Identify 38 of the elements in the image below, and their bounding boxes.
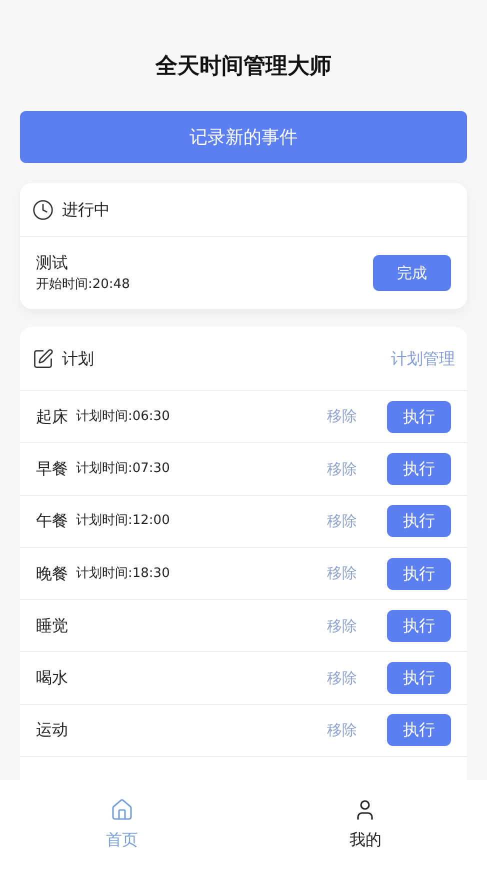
event-name: 测试 [36, 252, 69, 274]
tab-item[interactable]: 我的 [244, 780, 487, 873]
section-heading: 进行中 [62, 198, 110, 220]
execute-button[interactable]: 执行 [387, 662, 451, 694]
plan-name: 睡觉 [36, 614, 68, 637]
plan-time: 计划时间:12:00 [76, 512, 170, 530]
plan-name: 午餐 [36, 510, 68, 532]
remove-button[interactable]: 移除 [327, 666, 357, 690]
tab-item[interactable]: 首页 [0, 780, 244, 873]
done-button[interactable]: 完成 [373, 255, 451, 291]
remove-button[interactable]: 移除 [327, 719, 357, 742]
plan-name: 喝水 [36, 667, 68, 690]
execute-button[interactable]: 执行 [387, 452, 451, 485]
clock-icon [32, 198, 54, 220]
remove-button[interactable]: 移除 [327, 458, 357, 480]
execute-button[interactable]: 执行 [387, 505, 451, 538]
remove-button[interactable]: 移除 [327, 405, 357, 428]
plan-name: 早餐 [36, 458, 68, 480]
remove-button[interactable]: 移除 [327, 562, 357, 585]
plan-name: 起床 [36, 406, 68, 428]
home-icon [110, 798, 134, 822]
plan-name: 晚餐 [36, 562, 68, 585]
plan-time: 计划时间:07:30 [76, 460, 170, 478]
plan-time: 计划时间:18:30 [76, 564, 170, 583]
edit-icon [32, 348, 54, 370]
page-title: 全天时间管理大师 [156, 53, 332, 81]
start-time: 开始时间:20:48 [36, 276, 130, 294]
execute-button[interactable]: 执行 [387, 400, 451, 433]
remove-button[interactable]: 移除 [327, 614, 357, 638]
record-event-button[interactable]: 记录新的事件 [20, 111, 467, 163]
plan-manage-link[interactable]: 计划管理 [391, 346, 455, 370]
execute-button[interactable]: 执行 [387, 610, 451, 642]
execute-button[interactable]: 执行 [387, 558, 451, 590]
execute-button[interactable]: 执行 [387, 714, 451, 746]
plan-name: 运动 [36, 719, 68, 742]
remove-button[interactable]: 移除 [327, 510, 357, 532]
section-heading: 计划 [62, 348, 94, 370]
plan-time: 计划时间:06:30 [76, 408, 170, 426]
